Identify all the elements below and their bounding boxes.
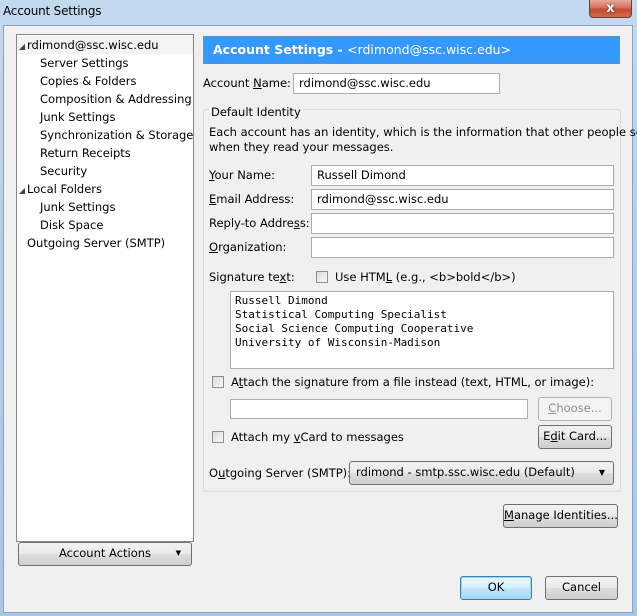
outgoing-server-select[interactable]: rdimond - smtp.ssc.wisc.edu (Default) ▼ [349,461,614,485]
organization-input[interactable] [311,237,614,258]
account-tree[interactable]: ◢ rdimond@ssc.wisc.edu Server Settings Copi… [16,34,194,542]
account-actions-button[interactable]: Account Actions ▼ [18,542,192,566]
tree-item-label: Security [40,164,88,178]
tree-item[interactable]: Junk Settings [17,108,216,126]
attach-file-label: Attach the signature from a file instead… [231,375,595,389]
choose-button[interactable]: Choose... [538,397,612,421]
tree-item[interactable]: Return Receipts [17,144,216,162]
reply-to-label: Reply-to Address: [209,216,310,230]
dropdown-arrow-icon: ▼ [175,549,181,557]
tree-item[interactable]: Copies & Folders [17,72,216,90]
identity-description-2: when they read your messages. [209,140,394,154]
manage-identities-button[interactable]: Manage Identities... [503,504,618,528]
tree-item-label: Disk Space [40,218,104,232]
tree-item[interactable]: Synchronization & Storage [17,126,216,144]
tree-item[interactable]: Junk Settings [17,198,216,216]
account-actions-label: Account Actions [58,546,152,560]
vcard-label: Attach my vCard to messages [231,430,404,444]
tree-item[interactable]: Composition & Addressing [17,90,216,108]
signature-textarea[interactable]: Russell Dimond Statistical Computing Spe… [230,291,614,369]
close-button[interactable]: x [589,0,632,18]
identity-description-1: Each account has an identity, which is t… [209,125,637,139]
tree-item-label: Junk Settings [40,110,116,124]
outgoing-server-value: rdimond - smtp.ssc.wisc.edu (Default) [356,465,575,479]
account-name-label: Account Name: [203,76,291,90]
tree-item-label: Return Receipts [40,146,131,160]
tree-item[interactable]: Disk Space [17,216,216,234]
outgoing-server-label: Outgoing Server (SMTP): [209,466,352,480]
header-title: Account Settings - [213,42,348,57]
email-input[interactable]: rdimond@ssc.wisc.edu [311,189,614,210]
your-name-label: Your Name: [209,168,276,182]
page-header: Account Settings - <rdimond@ssc.wisc.edu… [203,36,620,64]
tree-item-label: rdimond@ssc.wisc.edu [27,38,159,52]
use-html-label: Use HTML (e.g., <b>bold</b>) [335,270,516,284]
tree-item-label: Copies & Folders [40,74,137,88]
tree-item[interactable]: Outgoing Server (SMTP) [17,234,203,252]
your-name-input[interactable]: Russell Dimond [311,165,614,186]
window-title: Account Settings [3,4,102,18]
tree-item-label: Synchronization & Storage [40,128,194,142]
attach-file-checkbox[interactable] [212,376,224,388]
signature-label: Signature text: [209,270,295,284]
cancel-button[interactable]: Cancel [545,576,618,600]
tree-item-label: Outgoing Server (SMTP) [27,236,166,250]
tree-item[interactable]: Server Settings [17,54,216,72]
tree-item-label: Composition & Addressing [40,92,192,106]
dialog-client: ◢ rdimond@ssc.wisc.edu Server Settings Copi… [3,25,637,613]
signature-file-input[interactable] [230,399,528,419]
tree-item-label: Server Settings [40,56,129,70]
email-label: Email Address: [209,192,295,206]
vcard-checkbox[interactable] [212,431,224,443]
tree-item[interactable]: Security [17,162,216,180]
tree-item-label: Junk Settings [40,200,116,214]
tree-item[interactable]: ◢ rdimond@ssc.wisc.edu [17,36,193,54]
close-icon: x [606,1,615,16]
dropdown-arrow-icon: ▼ [598,468,605,477]
organization-label: Organization: [209,240,287,254]
default-identity-legend: Default Identity [209,105,303,119]
title-bar[interactable]: Account Settings x [0,0,637,26]
use-html-checkbox[interactable] [316,271,328,283]
tree-item-label: Local Folders [27,182,102,196]
ok-button[interactable]: OK [460,576,532,600]
tree-item[interactable]: ◢ Local Folders [17,180,193,198]
header-account: <rdimond@ssc.wisc.edu> [347,42,512,57]
account-name-input[interactable]: rdimond@ssc.wisc.edu [293,73,500,94]
reply-to-input[interactable] [311,213,614,234]
edit-card-button[interactable]: Edit Card... [538,425,612,449]
